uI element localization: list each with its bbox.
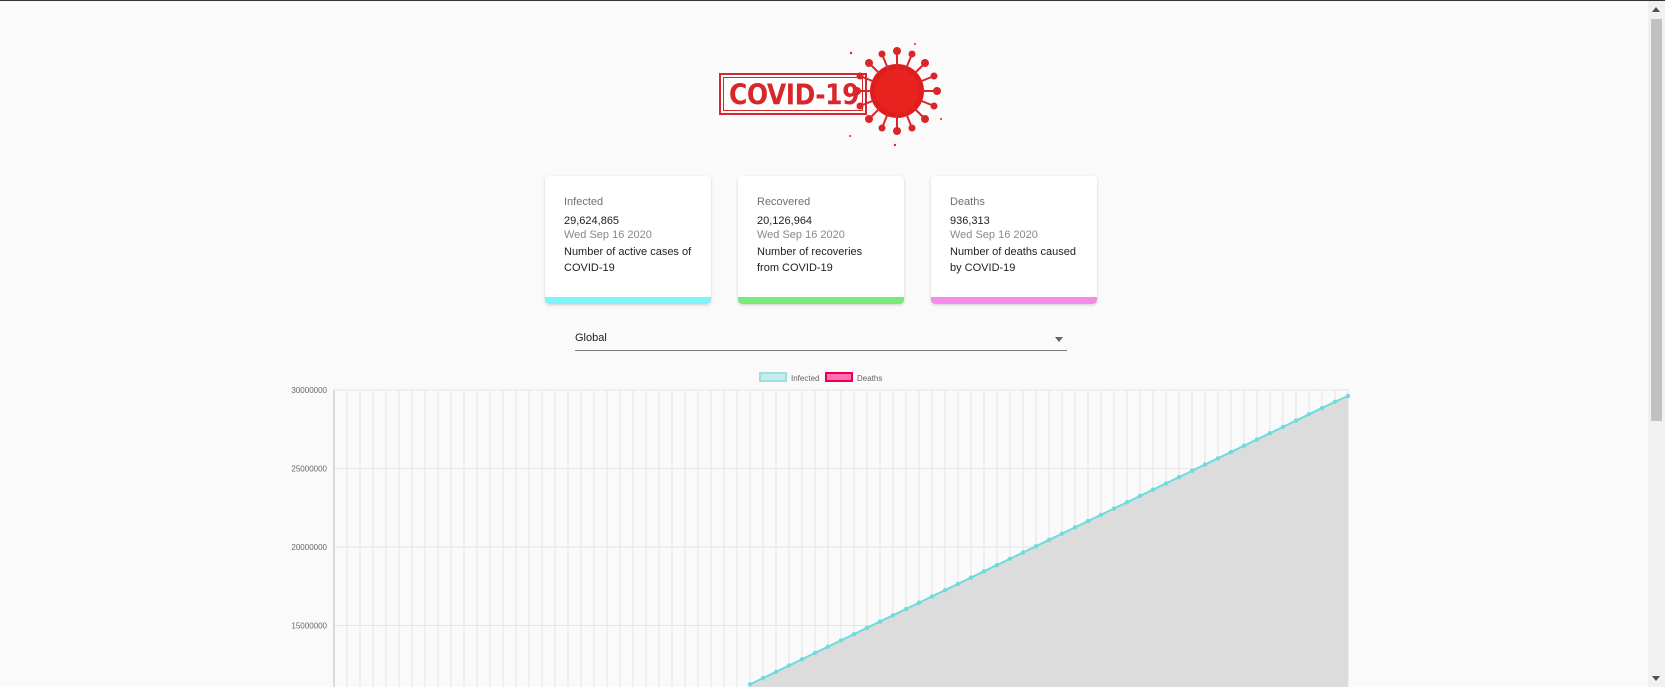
page-scrollbar[interactable] <box>1648 1 1665 687</box>
legend-label: Infected <box>791 374 819 383</box>
infected-point <box>1345 393 1351 399</box>
infected-point <box>929 594 935 599</box>
scroll-up-arrow-icon[interactable] <box>1652 7 1660 12</box>
legend-swatch <box>825 372 853 382</box>
infected-point <box>1254 437 1260 442</box>
infected-point <box>942 587 948 593</box>
infected-point <box>955 581 961 587</box>
card-value: 936,313 <box>950 215 990 227</box>
card-title: Recovered <box>757 196 811 208</box>
recovered-card: Recovered 20,126,964 Wed Sep 16 2020 Num… <box>738 176 904 304</box>
infected-point <box>1046 537 1052 543</box>
cases-chart: 30000000 25000000 20000000 15000000 Infected… <box>291 372 1351 687</box>
scroll-down-arrow-icon[interactable] <box>1652 676 1660 681</box>
card-value: 20,126,964 <box>757 215 813 227</box>
infected-point <box>1280 424 1286 430</box>
infected-point <box>825 644 831 649</box>
infected-point <box>1111 506 1117 511</box>
card-accent-bar <box>738 297 904 304</box>
infected-point <box>1228 449 1234 455</box>
infected-point <box>864 625 870 631</box>
card-value: 29,624,865 <box>564 215 620 227</box>
infected-point <box>760 675 766 681</box>
infected-point <box>812 650 818 656</box>
card-description: Number of recoveries from COVID-19 <box>757 246 863 274</box>
legend-swatch <box>759 372 787 382</box>
card-accent-bar <box>545 297 711 304</box>
infected-point <box>1137 493 1143 499</box>
y-tick-label: 25000000 <box>291 465 327 474</box>
infected-point <box>786 663 792 668</box>
infected-point <box>1072 525 1078 530</box>
infected-point <box>1007 556 1013 561</box>
card-date: Wed Sep 16 2020 <box>564 229 652 241</box>
infected-point <box>916 600 922 605</box>
infected-point <box>1059 531 1065 536</box>
infected-point <box>773 669 779 675</box>
card-date: Wed Sep 16 2020 <box>757 229 845 241</box>
card-date: Wed Sep 16 2020 <box>950 229 1038 241</box>
country-select[interactable]: Global <box>575 328 1067 351</box>
infected-point <box>799 657 805 662</box>
virus-icon <box>849 43 942 147</box>
infected-point <box>1176 474 1182 480</box>
scrollbar-thumb[interactable] <box>1651 19 1662 421</box>
infected-point <box>838 638 844 643</box>
infected-point <box>1150 487 1156 492</box>
infected-point <box>1332 399 1338 404</box>
infected-point <box>1098 512 1104 518</box>
infected-point <box>851 631 857 637</box>
infected-point <box>903 606 909 612</box>
chevron-down-icon[interactable] <box>1055 337 1063 342</box>
infected-point <box>1189 468 1195 474</box>
infected-point <box>1033 544 1039 549</box>
infected-point <box>1306 412 1312 417</box>
y-tick-label: 20000000 <box>291 543 327 552</box>
y-tick-label: 15000000 <box>291 622 327 631</box>
infected-card: Infected 29,624,865 Wed Sep 16 2020 Numb… <box>545 176 711 304</box>
infected-point <box>1319 405 1325 411</box>
y-tick-label: 30000000 <box>291 386 327 395</box>
card-accent-bar <box>931 297 1097 304</box>
card-title: Deaths <box>950 196 985 208</box>
card-title: Infected <box>564 196 604 208</box>
legend-label: Deaths <box>857 374 882 383</box>
infected-point <box>1163 481 1169 486</box>
card-description: Number of deaths caused by COVID-19 <box>950 246 1076 274</box>
infected-point <box>1085 518 1091 524</box>
infected-point <box>877 619 883 624</box>
infected-point <box>1020 550 1026 555</box>
logo-text: COVID-19 <box>729 78 859 112</box>
infected-point <box>968 575 974 580</box>
infected-point <box>994 562 1000 568</box>
infected-point <box>1241 443 1247 448</box>
infected-point <box>890 613 896 618</box>
infected-point <box>1124 500 1130 505</box>
infected-point <box>1215 456 1221 461</box>
infected-point <box>1293 418 1299 423</box>
infected-point <box>1202 462 1208 467</box>
deaths-card: Deaths 936,313 Wed Sep 16 2020 Number of… <box>931 176 1097 304</box>
infected-point <box>1267 430 1273 436</box>
covid-logo: COVID-19 <box>715 41 945 151</box>
card-description: Number of active cases of COVID-19 <box>564 246 692 274</box>
infected-point <box>981 569 987 574</box>
country-select-value: Global <box>575 332 607 344</box>
